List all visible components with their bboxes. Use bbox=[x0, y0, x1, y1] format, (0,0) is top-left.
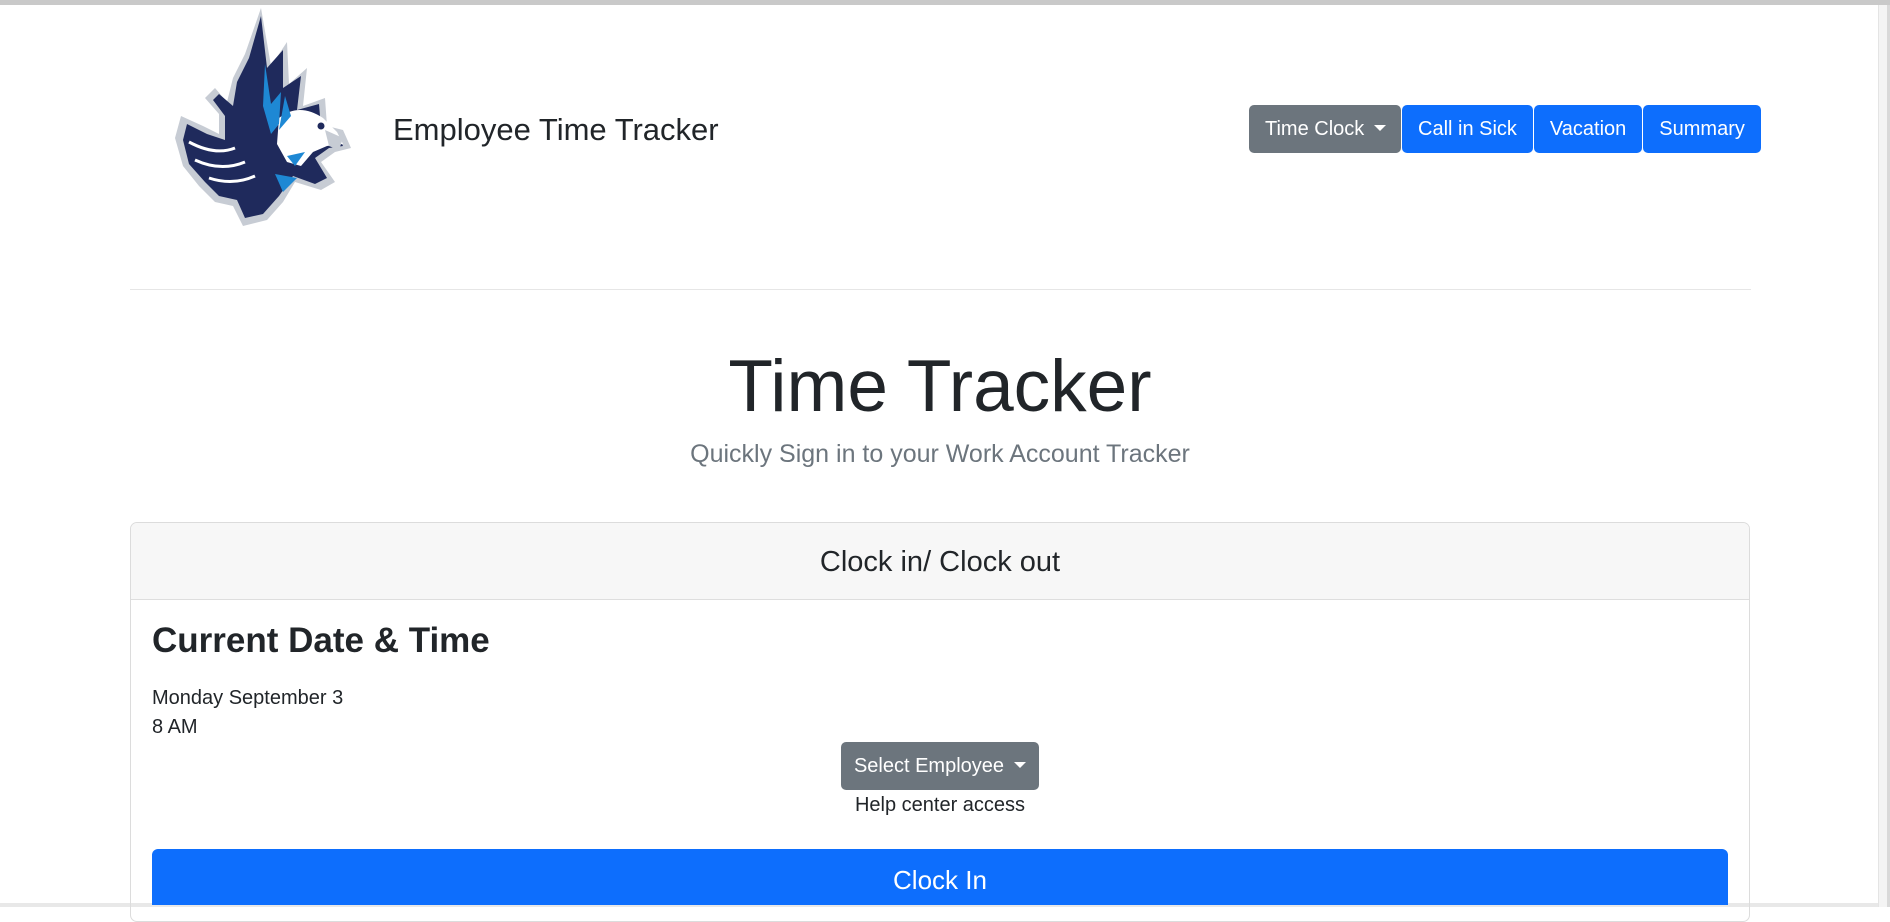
call-in-sick-button[interactable]: Call in Sick bbox=[1402, 105, 1533, 153]
current-date: Monday September 3 bbox=[152, 687, 344, 709]
help-center-link[interactable]: Help center access bbox=[0, 794, 1880, 817]
clock-in-button[interactable]: Clock In bbox=[152, 849, 1728, 905]
caret-down-icon bbox=[1374, 125, 1387, 131]
header-divider bbox=[130, 289, 1751, 290]
vacation-button[interactable]: Vacation bbox=[1533, 105, 1643, 153]
brand-title: Employee Time Tracker bbox=[393, 112, 719, 147]
select-employee-label: Select Employee bbox=[853, 755, 1005, 777]
time-clock-label: Time Clock bbox=[1265, 118, 1365, 140]
page-title: Time Tracker bbox=[728, 346, 1152, 427]
page-subtitle: Quickly Sign in to your Work Account Tra… bbox=[690, 440, 1190, 468]
summary-button[interactable]: Summary bbox=[1643, 105, 1761, 153]
main-nav: Time Clock Call in Sick Vacation Summary bbox=[1249, 105, 1761, 153]
select-employee-dropdown[interactable]: Select Employee bbox=[841, 742, 1039, 790]
current-time: 8 AM bbox=[152, 716, 198, 738]
caret-down-icon bbox=[1014, 762, 1027, 768]
card-header: Clock in/ Clock out bbox=[131, 523, 1749, 600]
eagle-logo-icon bbox=[175, 6, 351, 228]
window-top-border bbox=[0, 0, 1890, 5]
section-title: Current Date & Time bbox=[152, 621, 490, 660]
time-clock-dropdown-button[interactable]: Time Clock bbox=[1249, 105, 1401, 153]
